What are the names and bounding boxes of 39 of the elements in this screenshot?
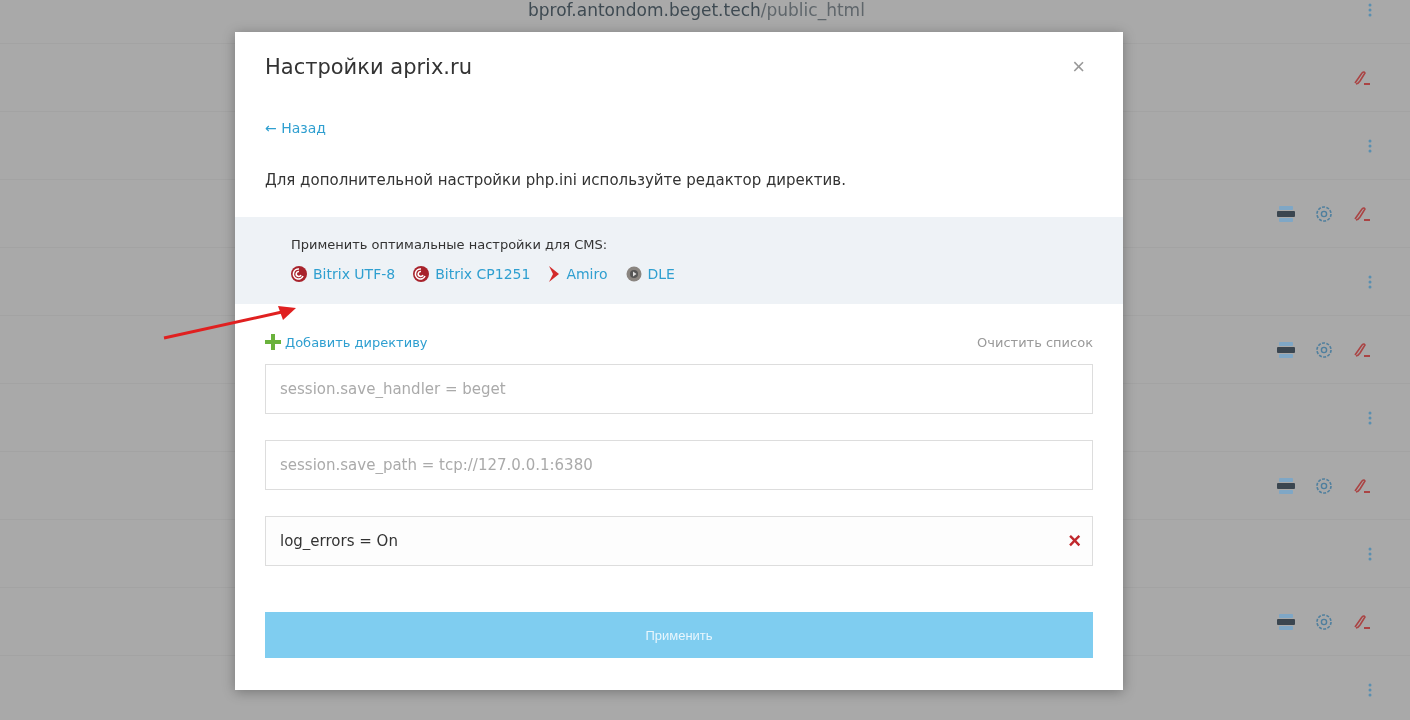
spiral-logo-icon <box>413 266 430 282</box>
remove-button[interactable]: × <box>1068 528 1081 554</box>
more-icon[interactable] <box>1368 410 1372 425</box>
add-directive-link[interactable]: Добавить директиву <box>265 334 428 350</box>
drive-icon[interactable] <box>1276 476 1296 495</box>
unlink-icon[interactable] <box>1352 476 1372 495</box>
folder-path: bprof.antondom.beget.tech/public_html <box>528 0 865 20</box>
drive-icon[interactable] <box>1276 340 1296 359</box>
more-icon[interactable] <box>1368 274 1372 289</box>
drive-icon[interactable] <box>1276 204 1296 223</box>
close-button[interactable]: × <box>1064 54 1093 80</box>
spiral-logo-icon <box>291 266 307 282</box>
cms-label: Применить оптимальные настройки для CMS: <box>291 237 609 252</box>
cms-link[interactable]: DLE <box>625 266 675 282</box>
cms-link[interactable]: Bitrix UTF-8 <box>291 266 396 282</box>
drive-icon[interactable] <box>1276 612 1296 631</box>
settings-icon[interactable] <box>1314 475 1334 496</box>
directive-field[interactable]: session.save_handler = beget <box>265 364 1093 414</box>
more-icon[interactable] <box>1368 2 1372 17</box>
disc-logo-icon <box>625 266 642 282</box>
clear-list-link[interactable]: Очистить список <box>977 334 1093 350</box>
more-icon[interactable] <box>1368 138 1372 153</box>
plus-icon <box>265 334 281 350</box>
more-icon[interactable] <box>1368 546 1372 561</box>
settings-icon[interactable] <box>1314 611 1334 632</box>
unlink-icon[interactable] <box>1352 68 1372 87</box>
settings-icon[interactable] <box>1314 203 1334 224</box>
cms-link[interactable]: Bitrix CP1251 <box>413 266 531 282</box>
dialog-title: Настройки aprix.ru <box>265 55 472 79</box>
back-link[interactable]: ← Назад <box>265 120 326 136</box>
directive-field[interactable]: session.save_path = tcp://127.0.0.1:6380 <box>265 440 1093 490</box>
more-icon[interactable] <box>1368 682 1372 697</box>
unlink-icon[interactable] <box>1352 340 1372 359</box>
unlink-icon[interactable] <box>1352 204 1372 223</box>
cms-link[interactable]: Amiro <box>548 266 608 282</box>
settings-icon[interactable] <box>1314 339 1334 360</box>
chevron-logo-icon <box>548 266 561 282</box>
unlink-icon[interactable] <box>1352 612 1372 631</box>
intro-text: Для дополнительной настройки php.ini используйте редактор директив. <box>265 171 847 189</box>
